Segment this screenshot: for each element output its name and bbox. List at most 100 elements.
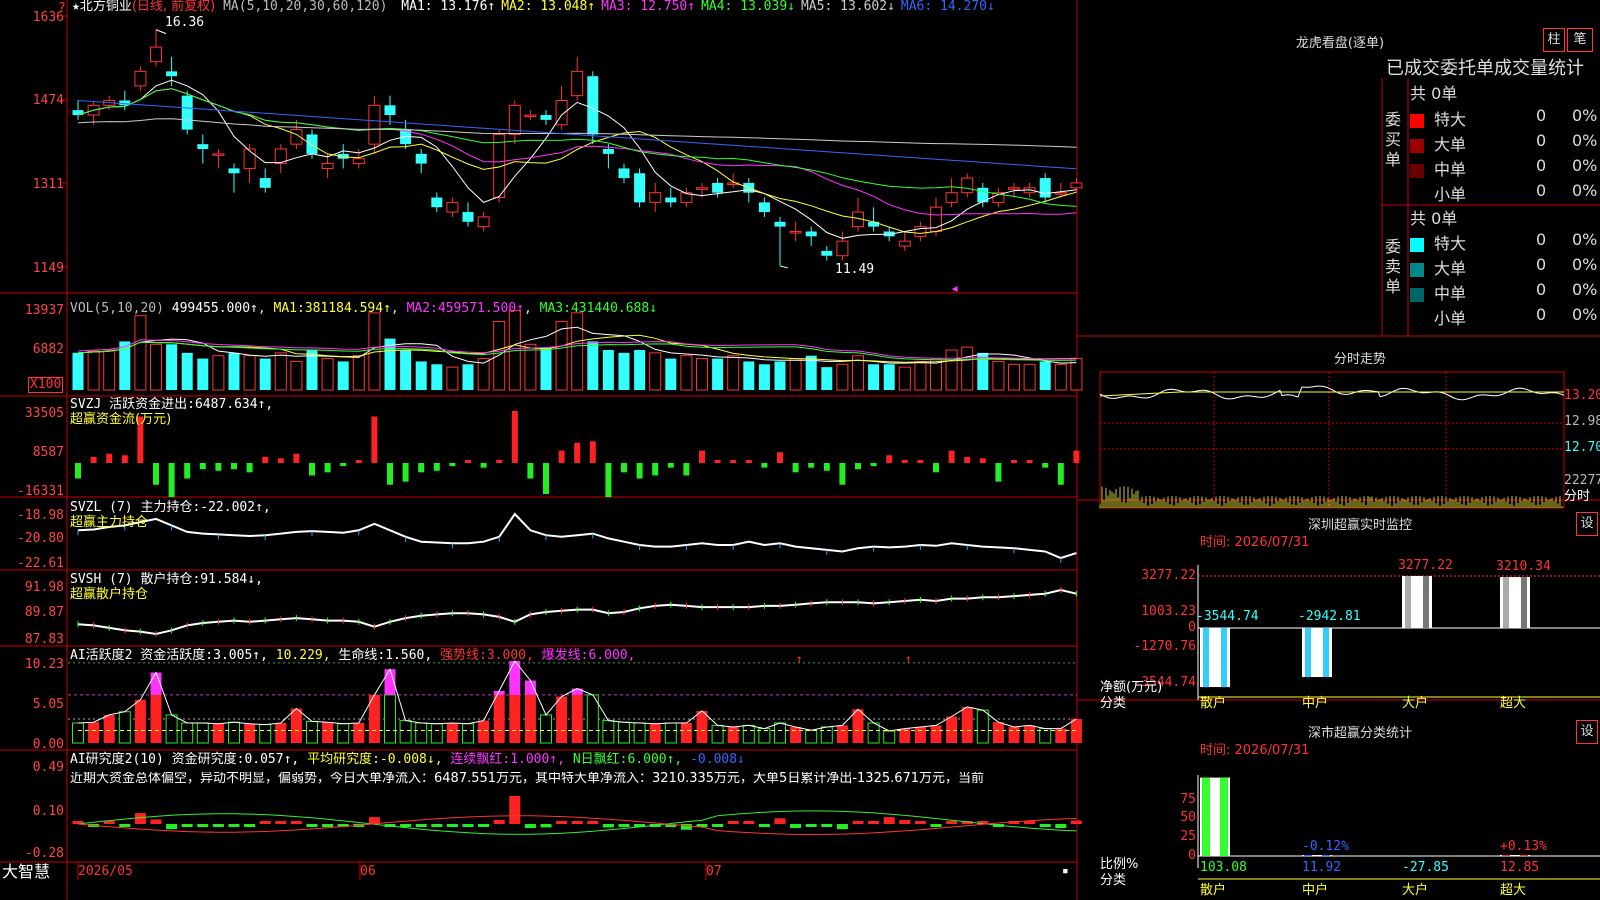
- vol-ma1-label: MA1:: [273, 301, 305, 316]
- svzl-axis-3: -22.61: [17, 556, 64, 571]
- ai-research-bar: [727, 821, 739, 824]
- ai-life-value: 1.560,: [385, 648, 433, 663]
- lock-icon[interactable]: ▪: [1062, 864, 1069, 878]
- bar-mode-button[interactable]: 柱: [1543, 28, 1565, 52]
- ai-activity-bar: [524, 694, 536, 743]
- monitor-axis-label: 1003.23: [1141, 604, 1196, 619]
- candle-body: [712, 182, 724, 193]
- vol-unit-button[interactable]: X100: [28, 377, 64, 393]
- ai-research-bar: [275, 821, 287, 824]
- ai-activity-header: AI活跃度2 资金活跃度:3.005↑, 10.229, 生命线:1.560, …: [70, 649, 635, 663]
- classify-bar-shade: [1502, 854, 1510, 856]
- volume-bar: [197, 358, 209, 390]
- ai-activity-bar: [337, 723, 350, 744]
- svzj-bar: [621, 463, 627, 473]
- candle-body: [618, 168, 630, 179]
- candle-body: [228, 168, 240, 174]
- volume-bar: [228, 352, 240, 390]
- date-axis-jul: 07: [706, 864, 722, 879]
- ai-activity-bar: [805, 729, 818, 744]
- ma5-line: [77, 118, 1077, 148]
- ai-activity-bar: [228, 721, 240, 744]
- svzj-bar: [574, 442, 581, 463]
- favorite-star-icon[interactable]: ★: [72, 0, 80, 14]
- buy-count: 0: [1536, 181, 1547, 200]
- stroke-mode-button[interactable]: 笔: [1567, 28, 1593, 52]
- ai-activity-bar: [275, 722, 287, 743]
- volume-bar: [758, 364, 770, 390]
- ai-research-bar: [244, 824, 256, 827]
- ai-activity-bar: [399, 720, 412, 744]
- candle-body: [166, 71, 178, 77]
- volume-bar: [1070, 358, 1083, 391]
- ai-research-bar: [478, 824, 490, 827]
- volume-bar: [103, 349, 116, 391]
- sell-side-label: 委卖单: [1385, 237, 1405, 297]
- monitor-settings-button[interactable]: 设: [1576, 512, 1598, 536]
- ai-activity-bar: [946, 716, 958, 743]
- volume-bar: [883, 364, 895, 390]
- ai-activity-v2: 10.229,: [275, 648, 331, 663]
- ai-activity-axis-1: 10.23: [24, 657, 64, 672]
- sell-pct: 0%: [1572, 305, 1598, 324]
- ai-research-bar: [571, 821, 583, 824]
- period-label[interactable]: (日线, 前复权): [132, 0, 215, 14]
- ai-activity-bar: [1024, 725, 1036, 743]
- ai-research-bar: [228, 824, 240, 827]
- ai-research-bar: [181, 824, 193, 827]
- stock-name[interactable]: 北方铜业: [80, 0, 132, 14]
- candle-body: [540, 115, 552, 120]
- classify-bar-shade: [1220, 777, 1228, 856]
- svzj-bar: [839, 463, 846, 485]
- intraday-volume-bars: [1099, 486, 1563, 508]
- ai-research-bar: [805, 824, 817, 827]
- ai-research-bar: [415, 824, 427, 827]
- buy-swatch: [1410, 113, 1424, 128]
- volume-bar: [727, 355, 740, 391]
- sell-row: 小单: [1410, 305, 1466, 329]
- price-axis-1: 1636: [32, 10, 64, 25]
- svzj-bar: [527, 463, 534, 479]
- ai-research-bar: [914, 821, 926, 824]
- ai-research-bar: [197, 824, 209, 827]
- svzj-bar: [901, 459, 908, 463]
- svzj-bar: [995, 463, 1002, 482]
- brand-label[interactable]: 大智慧: [2, 863, 50, 881]
- high-marker-line: [155, 29, 167, 35]
- ai-research-value: 0.057↑,: [244, 752, 300, 767]
- volume-bar: [493, 320, 506, 391]
- ai-activity-bar: [493, 694, 505, 743]
- classify-axis-label: 25: [1180, 829, 1196, 844]
- buy-name: 中单: [1434, 160, 1467, 179]
- ai-research-axis-2: 0.10: [32, 804, 64, 819]
- up-arrow-icon: ↑: [796, 652, 803, 666]
- svzj-bar: [1057, 463, 1064, 485]
- svzj-bar: [90, 456, 97, 463]
- ai-research-bar: [899, 820, 911, 824]
- classify-settings-button[interactable]: 设: [1576, 720, 1598, 744]
- classify-xlabel: 分类: [1100, 873, 1127, 888]
- volume-bar: [462, 364, 474, 390]
- svzj-bar: [168, 463, 175, 498]
- candle-body: [259, 178, 271, 188]
- ai-research-bar: [774, 818, 786, 824]
- classify-bar-value: 103.08: [1200, 860, 1247, 875]
- ai-research-bar: [836, 824, 848, 830]
- ai-activity-bar: [509, 694, 521, 743]
- svzj-bar: [511, 411, 518, 463]
- volume-bar: [524, 343, 537, 391]
- monitor-ylabel: 净额(万元): [1100, 680, 1163, 695]
- svzj-bar: [1011, 460, 1017, 463]
- svsh-value: 91.584↓,: [200, 572, 263, 587]
- ai-cont-value: 1.000↑,: [510, 752, 565, 767]
- price-axis-2: 1474: [32, 93, 64, 108]
- classify-title: 深市超赢分类统计: [1307, 726, 1412, 741]
- volume-bar: [1039, 361, 1051, 390]
- candle-body: [150, 46, 162, 63]
- monitor-axis-label: 3277.22: [1141, 568, 1196, 583]
- vol-header: VOL(5,10,20) 499455.000↑, MA1:381184.594…: [70, 301, 658, 316]
- ai-activity-title: AI活跃度2 资金活跃度:: [70, 648, 214, 663]
- volume-bar: [555, 320, 568, 391]
- candle-body: [243, 148, 256, 169]
- ai-research-bar: [930, 824, 942, 827]
